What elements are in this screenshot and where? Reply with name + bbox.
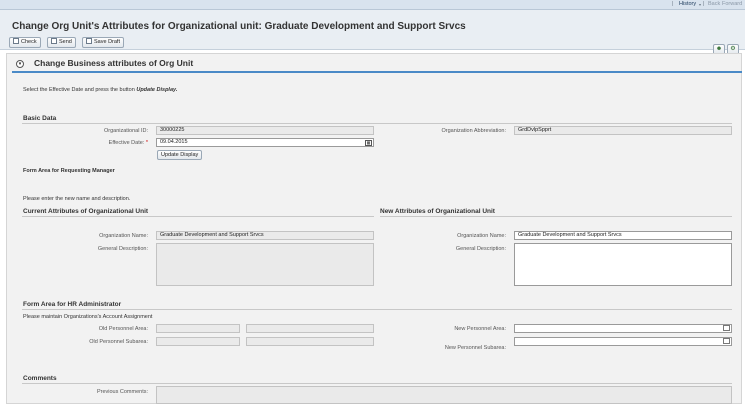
old-personnel-area-code-field (156, 324, 240, 333)
history-dropdown-icon[interactable]: ▾ (699, 2, 701, 7)
previous-comments-field (156, 386, 732, 404)
old-personnel-area-text-field (246, 324, 374, 333)
divider (22, 383, 732, 384)
org-id-field: 30000225 (156, 126, 374, 135)
send-button[interactable]: Send (47, 37, 76, 48)
forward-link[interactable]: Forward (722, 1, 742, 7)
org-abbr-field: GrdDvlpSpprt (514, 126, 732, 135)
value-help-icon[interactable] (723, 325, 730, 331)
requesting-manager-instruction: Please enter the new name and descriptio… (23, 196, 131, 202)
divider (22, 216, 374, 217)
value-help-icon[interactable] (723, 338, 730, 344)
content-panel (6, 53, 742, 404)
section-title: Change Business attributes of Org Unit (34, 58, 194, 68)
effective-date-label: Effective Date: * (108, 140, 148, 146)
basic-data-heading: Basic Data (23, 115, 57, 122)
new-personnel-area-input[interactable] (514, 324, 732, 333)
current-name-field: Graduate Development and Support Srvcs (156, 231, 374, 240)
back-link[interactable]: Back (708, 1, 720, 7)
hr-admin-heading: Form Area for HR Administrator (23, 301, 122, 308)
divider (380, 216, 732, 217)
requesting-manager-heading: Form Area for Requesting Manager (23, 168, 115, 174)
previous-comments-label: Previous Comments: (96, 389, 148, 395)
org-abbr-label: Organization Abbreviation: (441, 128, 506, 134)
divider (22, 309, 732, 310)
calendar-icon[interactable]: ▦ (365, 140, 372, 146)
new-attributes-heading: New Attributes of Organizational Unit (380, 208, 495, 215)
old-personnel-subarea-label: Old Personnel Subarea: (89, 339, 148, 345)
comments-heading: Comments (23, 375, 57, 382)
instruction-text: Select the Effective Date and press the … (23, 87, 178, 93)
save-draft-button[interactable]: Save Draft (82, 37, 124, 48)
history-link[interactable]: History (679, 1, 696, 7)
required-marker: * (145, 140, 148, 146)
current-description-field (156, 243, 374, 286)
current-name-label: Organization Name: (99, 233, 148, 239)
new-personnel-subarea-input[interactable] (514, 337, 732, 346)
new-personnel-subarea-label: New Personnel Subarea: (444, 345, 506, 351)
update-display-button[interactable]: Update Display (157, 150, 203, 160)
check-document-icon (13, 38, 19, 44)
send-mail-icon (51, 38, 57, 44)
hr-admin-instruction: Please maintain Organizations's Account … (23, 314, 153, 320)
new-name-label: Organization Name: (457, 233, 506, 239)
page-title: Change Org Unit's Attributes for Organiz… (12, 21, 466, 32)
save-disk-icon (86, 38, 92, 44)
collapse-icon[interactable]: ▾ (16, 60, 24, 68)
effective-date-input[interactable]: 09.04.2015 (156, 138, 374, 147)
current-description-label: General Description: (97, 246, 148, 252)
check-button[interactable]: Check (9, 37, 41, 48)
new-description-input[interactable] (514, 243, 732, 286)
new-description-label: General Description: (455, 246, 506, 252)
top-utility-bar: | History ▾ | Back Forward (0, 0, 745, 10)
divider (22, 123, 732, 124)
old-personnel-subarea-code-field (156, 337, 240, 346)
old-personnel-area-label: Old Personnel Area: (98, 326, 148, 332)
new-name-input[interactable]: Graduate Development and Support Srvcs (514, 231, 732, 240)
org-id-label: Organizational ID: (103, 128, 148, 134)
old-personnel-subarea-text-field (246, 337, 374, 346)
new-personnel-area-label: New Personnel Area: (454, 326, 506, 332)
current-attributes-heading: Current Attributes of Organizational Uni… (23, 208, 149, 215)
